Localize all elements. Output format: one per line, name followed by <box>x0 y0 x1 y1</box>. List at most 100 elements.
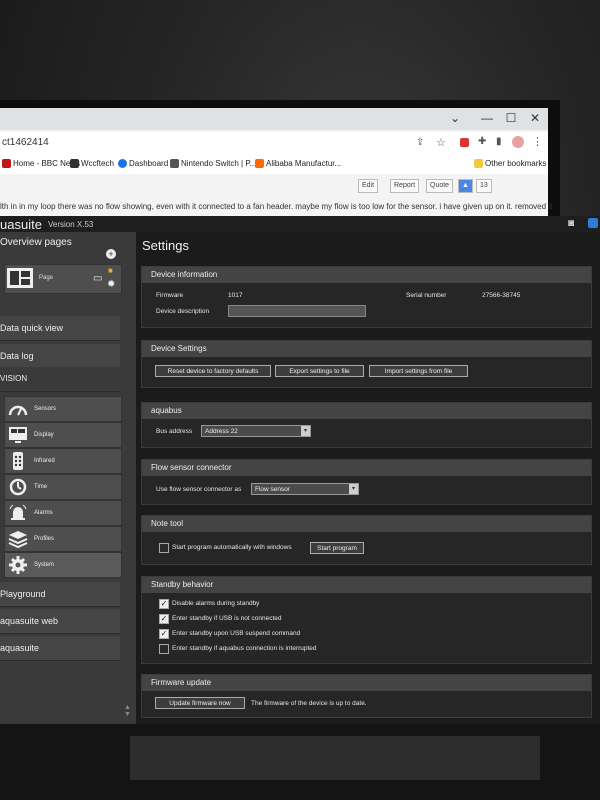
dashboard-icon <box>118 159 127 168</box>
data-log[interactable]: Data log <box>0 344 120 369</box>
page-settings-icon[interactable]: ✹ <box>107 279 115 290</box>
sidebar-item-infrared[interactable]: Infrared <box>4 448 122 474</box>
panel-header: Device Settings <box>142 341 591 357</box>
update-firmware-button[interactable]: Update firmware now <box>155 697 245 709</box>
vision-section[interactable]: VISION <box>0 367 120 392</box>
flow-sensor-panel: Flow sensor connector Use flow sensor co… <box>141 459 592 505</box>
app-version: Version X.53 <box>48 220 94 229</box>
app-name: uasuite <box>0 217 42 232</box>
bbc-icon <box>2 159 11 168</box>
menu-icon[interactable]: ⋮ <box>532 135 543 148</box>
firmware-update-panel: Firmware update Update firmware now The … <box>141 674 592 718</box>
minimize-button[interactable]: — <box>478 111 496 125</box>
autostart-label: Start program automatically with windows <box>172 544 292 551</box>
sidebar-item-label: Infrared <box>34 458 55 464</box>
aquasuite-web[interactable]: aquasuite web <box>0 609 120 634</box>
browser-titlebar: ⌄ — ☐ ✕ <box>0 108 548 130</box>
report-button[interactable]: Report <box>390 179 420 193</box>
nintendo-icon <box>170 159 179 168</box>
device-description-input[interactable] <box>228 305 366 317</box>
star-icon[interactable]: ☆ <box>436 136 446 149</box>
extension-icon[interactable] <box>460 138 469 147</box>
firmware-value: 1017 <box>228 292 243 299</box>
autostart-checkbox[interactable] <box>159 543 169 553</box>
sidebar-item-label: Alarms <box>34 510 53 516</box>
page-item[interactable]: Page ▭ ■ ✹ <box>4 264 122 294</box>
sidebar-item-alarms[interactable]: Alarms <box>4 500 122 526</box>
sidebar-item-label: Display <box>34 432 54 438</box>
sidebar-item-sensors[interactable]: Sensors <box>4 396 122 422</box>
import-settings-button[interactable]: Import settings from file <box>369 365 468 377</box>
app-logo-icon <box>588 218 598 228</box>
sidebar-scroll-arrows[interactable]: ▲ ▼ <box>124 704 131 718</box>
folder-icon <box>474 159 483 168</box>
layers-icon <box>7 529 29 549</box>
disable-alarms-checkbox[interactable]: ✓ <box>159 599 169 609</box>
add-page-icon[interactable]: + <box>106 249 116 259</box>
bookmark-wccftech[interactable]: Wccftech <box>70 159 114 168</box>
standby-panel: Standby behavior ✓ Disable alarms during… <box>141 576 592 664</box>
device-settings-panel: Device Settings Reset device to factory … <box>141 340 592 388</box>
reset-factory-button[interactable]: Reset device to factory defaults <box>155 365 271 377</box>
overview-pages[interactable]: Overview pages <box>0 232 120 254</box>
tab-search-icon[interactable]: ⌄ <box>446 111 464 125</box>
camera-icon[interactable]: ◙ <box>568 218 574 229</box>
gauge-icon <box>7 399 29 419</box>
taskbar-area <box>130 736 540 780</box>
standby-option-label: Disable alarms during standby <box>172 600 260 607</box>
export-settings-button[interactable]: Export settings to file <box>275 365 364 377</box>
monitor-icon[interactable]: ▭ <box>93 273 102 284</box>
data-quick-view[interactable]: Data quick view <box>0 316 120 341</box>
aquabus-interrupted-checkbox[interactable] <box>159 644 169 654</box>
sidebar-item-profiles[interactable]: Profiles <box>4 526 122 552</box>
aquasuite-link[interactable]: aquasuite <box>0 636 120 661</box>
sidebar: Overview pages + Page ▭ ■ ✹ Data quick v… <box>0 232 136 724</box>
clock-icon <box>7 477 29 497</box>
bookmark-nintendo[interactable]: Nintendo Switch | P... <box>170 159 256 168</box>
reading-list-icon[interactable]: ▮ <box>496 136 502 147</box>
panel-header: Firmware update <box>142 675 591 691</box>
chevron-down-icon: ▾ <box>301 426 310 436</box>
maximize-button[interactable]: ☐ <box>502 111 520 125</box>
sidebar-item-system[interactable]: System <box>4 552 122 578</box>
bookmark-dashboard[interactable]: Dashboard <box>118 159 168 168</box>
sidebar-item-label: Profiles <box>34 536 55 542</box>
lock-icon[interactable]: ■ <box>108 266 113 275</box>
bookmarks-bar: Home - BBC News Wccftech Dashboard Ninte… <box>0 154 548 175</box>
alibaba-icon <box>255 159 264 168</box>
aquasuite-window: uasuite Version X.53 ◙ Overview pages + … <box>0 216 600 724</box>
close-button[interactable]: ✕ <box>526 111 544 125</box>
bus-address-select[interactable]: Address 22 ▾ <box>201 425 311 437</box>
other-bookmarks[interactable]: Other bookmarks <box>474 159 546 168</box>
share-icon[interactable]: ⇪ <box>416 137 424 148</box>
panel-header: Note tool <box>142 516 591 532</box>
playground[interactable]: Playground <box>0 582 120 607</box>
usb-not-connected-checkbox[interactable]: ✓ <box>159 614 169 624</box>
remote-icon <box>7 451 29 471</box>
sidebar-item-time[interactable]: Time <box>4 474 122 500</box>
bookmark-alibaba[interactable]: Alibaba Manufactur... <box>255 159 341 168</box>
avatar[interactable] <box>512 136 524 148</box>
standby-option-label: Enter standby upon USB suspend command <box>172 630 301 637</box>
like-count: 13 <box>476 179 492 193</box>
sidebar-item-display[interactable]: Display <box>4 422 122 448</box>
bookmark-bbc[interactable]: Home - BBC News <box>2 159 80 168</box>
aquabus-panel: aquabus Bus address Address 22 ▾ <box>141 402 592 448</box>
firmware-status: The firmware of the device is up to date… <box>251 700 367 707</box>
address-bar[interactable]: ct1462414 ⇪ ☆ ✚ ▮ ⋮ <box>0 132 548 155</box>
thumbs-up-icon[interactable]: ▲ <box>458 179 473 193</box>
serial-label: Serial number <box>406 292 447 299</box>
page-title: Settings <box>142 238 189 253</box>
start-program-button[interactable]: Start program <box>310 542 364 554</box>
flow-sensor-select[interactable]: Flow sensor ▾ <box>251 483 359 495</box>
puzzle-icon[interactable]: ✚ <box>478 136 486 147</box>
gear-icon <box>7 555 29 575</box>
display-icon <box>7 425 29 445</box>
browser-window: ⌄ — ☐ ✕ ct1462414 ⇪ ☆ ✚ ▮ ⋮ Home - BBC N… <box>0 108 552 218</box>
firmware-label: Firmware <box>156 292 184 299</box>
settings-main: Settings Device information Firmware 101… <box>136 232 600 724</box>
edit-button[interactable]: Edit <box>358 179 379 193</box>
address-text: ct1462414 <box>2 137 49 148</box>
quote-button[interactable]: Quote <box>426 179 454 193</box>
usb-suspend-checkbox[interactable]: ✓ <box>159 629 169 639</box>
